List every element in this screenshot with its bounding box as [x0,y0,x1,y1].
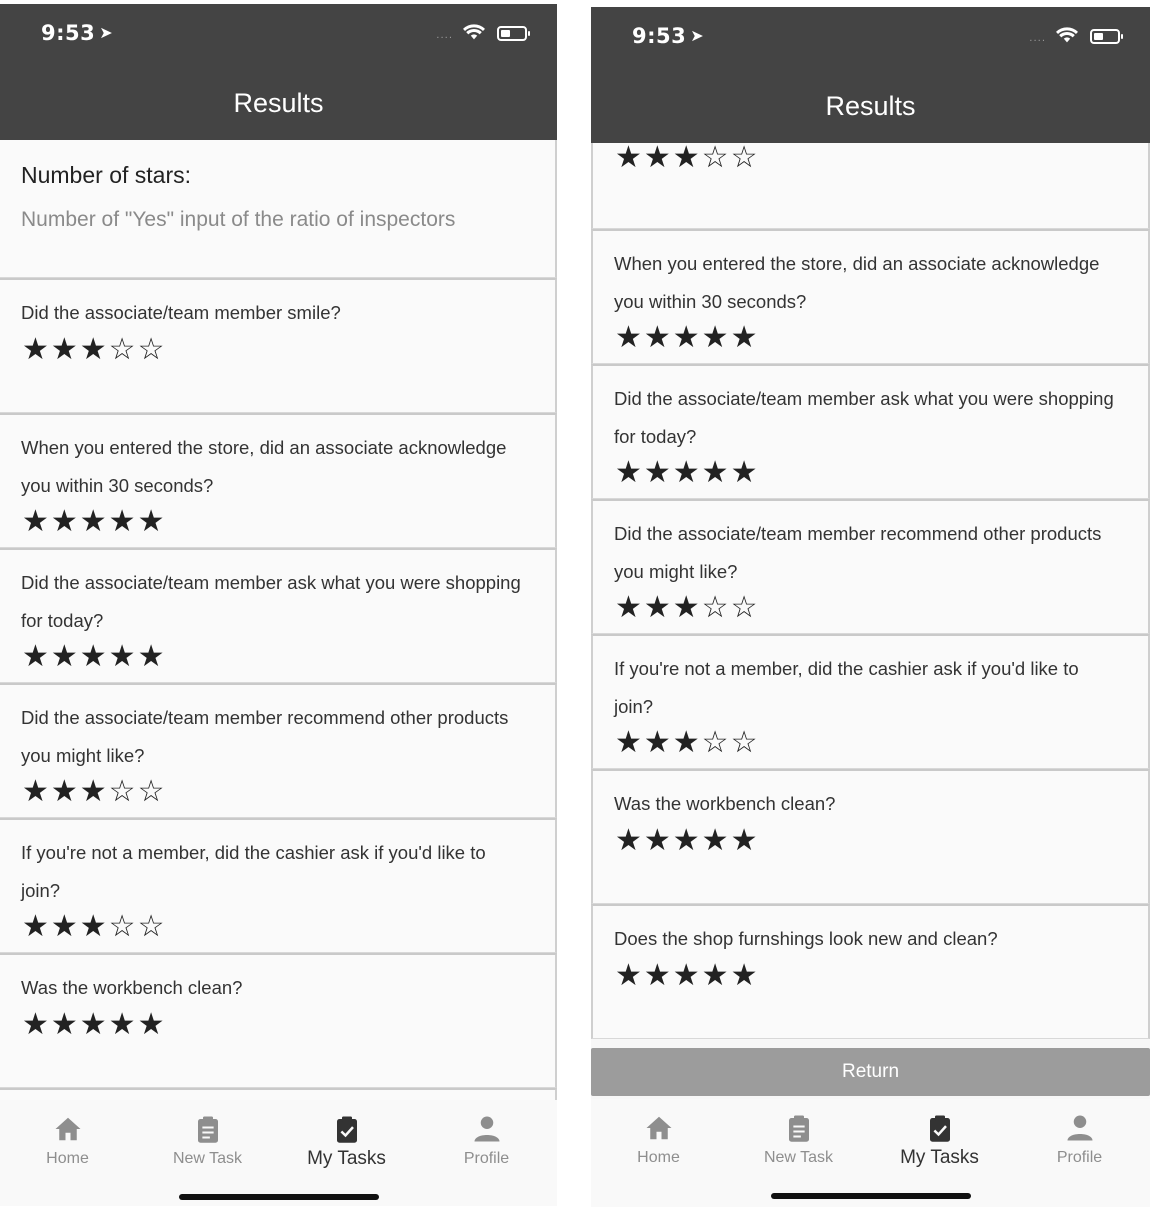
question-card: If you're not a member, did the cashier … [0,818,557,953]
tab-profile[interactable]: Profile [417,1114,556,1168]
nav-bar: Results [0,66,557,140]
legend-title: Number of stars: [21,162,191,188]
time-text: 9:53 [632,24,687,48]
question-text: Did the associate/team member recommend … [21,707,509,766]
question-text: Did the associate/team member smile? [21,302,341,323]
tab-new-task[interactable]: New Task [138,1114,277,1168]
tab-label: Home [46,1150,89,1167]
clipboard-check-icon [336,1116,357,1143]
status-time: 9:53 ➤ [41,21,113,45]
question-card: Was the workbench clean? ★★★★★ [591,769,1150,904]
results-list[interactable]: ★★★☆☆ When you entered the store, did an… [591,143,1150,1049]
star-rating: ★★★★★ [22,639,167,674]
tab-profile[interactable]: Profile [1010,1113,1149,1167]
tab-label: Profile [1056,1149,1103,1166]
return-button[interactable]: Return [591,1048,1150,1096]
tab-label: New Task [172,1150,243,1167]
nav-bar: Results [591,69,1150,143]
home-icon [55,1117,80,1141]
tab-my-tasks[interactable]: My Tasks [870,1113,1009,1169]
star-rating: ★★★☆☆ [615,725,760,760]
star-rating: ★★★★★ [22,1007,167,1042]
tab-label: Home [637,1149,680,1166]
battery-icon [497,26,530,41]
tab-bar: Home New Task My Tasks Profile [0,1100,557,1206]
question-text: If you're not a member, did the cashier … [614,658,1079,717]
clipboard-icon [197,1116,218,1143]
legend-card: Number of stars: Number of "Yes" input o… [0,140,557,278]
star-rating: ★★★☆☆ [22,332,167,367]
star-rating: ★★★☆☆ [615,590,760,625]
tab-new-task[interactable]: New Task [729,1113,868,1167]
person-icon [1067,1115,1092,1141]
wifi-icon [463,24,485,40]
page-title: Results [825,91,916,121]
question-text: Was the workbench clean? [21,977,243,998]
question-card: Was the workbench clean? ★★★★★ [0,953,557,1088]
star-rating: ★★★★★ [22,504,167,539]
home-indicator[interactable] [770,1193,971,1199]
location-arrow-icon: ➤ [99,23,114,42]
question-card-partial [0,1088,557,1100]
battery-icon [1090,29,1123,44]
question-text: Was the workbench clean? [614,793,836,814]
question-card: Did the associate/team member recommend … [0,683,557,818]
question-card: Did the associate/team member smile? ★★★… [0,278,557,413]
question-text: When you entered the store, did an assoc… [21,437,507,496]
star-rating: ★★★★★ [615,958,760,993]
signal-icon: .... [436,30,453,41]
page-title: Results [233,88,324,118]
location-arrow-icon: ➤ [690,26,705,45]
signal-icon: .... [1029,33,1046,44]
question-text: Did the associate/team member ask what y… [21,572,521,631]
tab-home[interactable]: Home [0,1114,137,1168]
question-card: When you entered the store, did an assoc… [0,413,557,548]
tab-home[interactable]: Home [591,1113,728,1167]
question-card: Did the associate/team member ask what y… [0,548,557,683]
status-bar: 9:53 ➤ .... [0,4,557,66]
clipboard-icon [788,1115,809,1142]
question-card: If you're not a member, did the cashier … [591,634,1150,769]
question-text: Did the associate/team member recommend … [614,523,1102,582]
tab-my-tasks[interactable]: My Tasks [277,1114,416,1170]
tab-label: My Tasks [900,1147,979,1168]
legend-subtitle: Number of "Yes" input of the ratio of in… [21,208,456,231]
tab-label: My Tasks [307,1148,386,1169]
star-rating: ★★★☆☆ [22,909,167,944]
question-card: ★★★☆☆ [591,143,1150,229]
wifi-icon [1056,27,1078,43]
question-card: Does the shop furnshings look new and cl… [591,904,1150,1039]
star-rating: ★★★★★ [615,455,760,490]
question-text: Did the associate/team member ask what y… [614,388,1114,447]
person-icon [474,1116,499,1142]
question-card: Did the associate/team member ask what y… [591,364,1150,499]
star-rating: ★★★☆☆ [615,143,760,175]
star-rating: ★★★★★ [615,320,760,355]
question-text: Does the shop furnshings look new and cl… [614,928,998,949]
phone-screen-left: 9:53 ➤ .... Results Number of stars: Numb… [0,4,557,1206]
question-text: If you're not a member, did the cashier … [21,842,486,901]
results-list[interactable]: Number of stars: Number of "Yes" input o… [0,140,557,1100]
tab-bar: Home New Task My Tasks Profile [591,1099,1150,1207]
clipboard-check-icon [929,1115,950,1142]
phone-screen-right: 9:53 ➤ .... Results ★★★☆☆ When you entere… [591,7,1150,1207]
question-card: When you entered the store, did an assoc… [591,229,1150,364]
status-bar: 9:53 ➤ .... [591,7,1150,69]
time-text: 9:53 [41,21,96,45]
home-icon [646,1116,671,1140]
question-text: When you entered the store, did an assoc… [614,253,1100,312]
tab-label: Profile [463,1150,510,1167]
star-rating: ★★★☆☆ [22,774,167,809]
status-time: 9:53 ➤ [632,24,704,48]
home-indicator[interactable] [178,1194,379,1200]
tab-label: New Task [763,1149,834,1166]
question-card: Did the associate/team member recommend … [591,499,1150,634]
star-rating: ★★★★★ [615,823,760,858]
